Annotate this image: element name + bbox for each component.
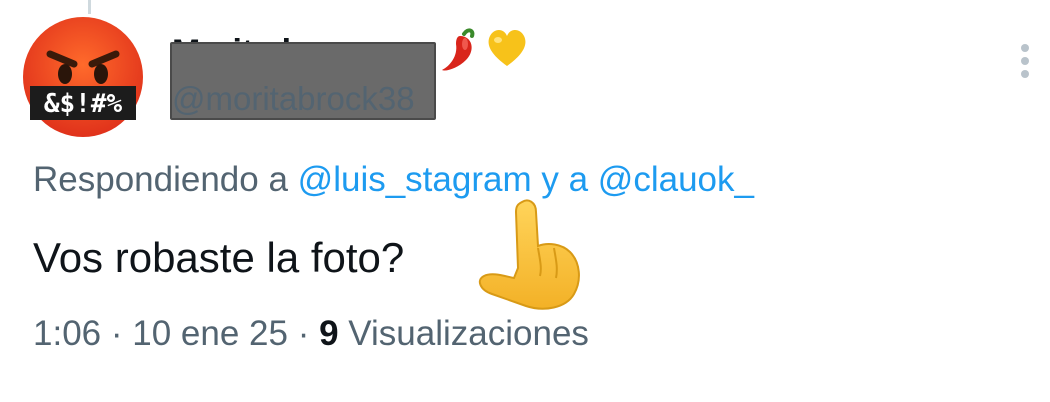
- chili-pepper-icon: [442, 28, 475, 71]
- more-vertical-icon[interactable]: [1016, 44, 1034, 88]
- pointing-hand-icon: [478, 199, 580, 310]
- reply-prefix: Respondiendo a: [33, 160, 288, 199]
- meta-separator: ·: [110, 314, 123, 353]
- mention-link-1[interactable]: @luis_stagram: [298, 160, 532, 199]
- tweet-text: Vos robaste la foto?: [33, 234, 405, 281]
- replying-to-line: Respondiendo a @luis_stagram y a @clauok…: [33, 160, 754, 200]
- views-label[interactable]: Visualizaciones: [348, 314, 589, 353]
- thread-connector-line: [88, 0, 91, 14]
- tweet-meta: 1:06 · 10 ene 25 · 9 Visualizaciones: [33, 314, 589, 354]
- yellow-heart-icon: [488, 30, 526, 66]
- views-count[interactable]: 9: [319, 314, 338, 353]
- author-handle[interactable]: @moritabrock38: [172, 80, 415, 118]
- author-avatar[interactable]: &$!#%: [22, 16, 144, 138]
- meta-separator: ·: [297, 314, 310, 353]
- avatar-symbols: &$!#%: [44, 89, 123, 119]
- mention-link-2[interactable]: @clauok_: [598, 160, 754, 199]
- tweet-time[interactable]: 1:06: [33, 314, 101, 353]
- angry-face-with-symbols-icon: &$!#%: [23, 17, 143, 137]
- tweet-date[interactable]: 10 ene 25: [132, 314, 288, 353]
- mention-joiner: y a: [541, 160, 589, 199]
